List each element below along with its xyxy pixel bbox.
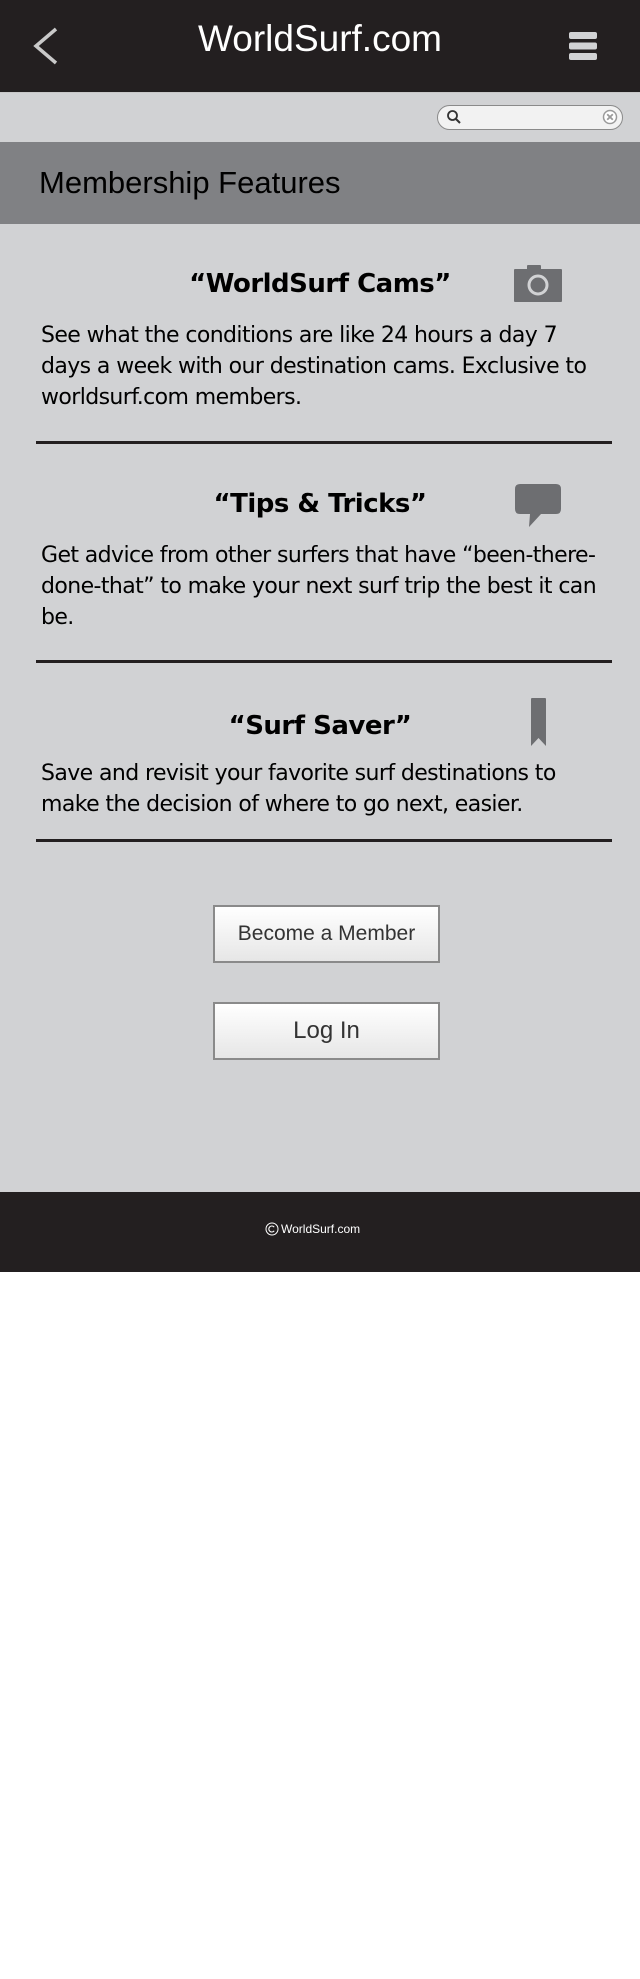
feature-title: “Surf Saver”: [228, 711, 412, 741]
feature-description: Get advice from other surfers that have …: [41, 543, 597, 630]
copyright-icon: [265, 1222, 279, 1236]
feature-tips-tricks: “Tips & Tricks” Get advice from other su…: [36, 484, 612, 644]
footer-copyright: WorldSurf.com: [281, 1222, 361, 1236]
footer: WorldSurf.com: [0, 1192, 640, 1272]
log-in-button[interactable]: Log In: [213, 1002, 440, 1060]
site-title: WorldSurf.com: [198, 18, 442, 59]
feature-description: See what the conditions are like 24 hour…: [41, 323, 587, 410]
feature-description: Save and revisit your favorite surf dest…: [41, 761, 556, 817]
feature-surf-saver: “Surf Saver” Save and revisit your favor…: [36, 698, 612, 838]
become-member-button[interactable]: Become a Member: [213, 905, 440, 963]
speech-bubble-icon: [515, 484, 561, 527]
menu-button[interactable]: [568, 31, 598, 61]
clear-search-icon[interactable]: [602, 109, 618, 125]
search-bar: [0, 93, 640, 142]
hamburger-menu-icon: [569, 32, 597, 60]
section-title: Membership Features: [39, 165, 341, 200]
search-icon: [447, 110, 461, 124]
app-screen: WorldSurf.com Membership Features “World…: [0, 0, 640, 1272]
section-header: Membership Features: [0, 142, 640, 224]
top-nav-bar: WorldSurf.com: [0, 0, 640, 93]
search-input[interactable]: [466, 108, 586, 126]
camera-icon: [514, 265, 562, 302]
search-field[interactable]: [437, 105, 623, 130]
divider: [36, 441, 612, 444]
divider: [36, 660, 612, 663]
divider: [36, 839, 612, 842]
bookmark-icon: [531, 698, 546, 746]
feature-worldsurf-cams: “WorldSurf Cams” See what the conditions…: [36, 265, 612, 425]
